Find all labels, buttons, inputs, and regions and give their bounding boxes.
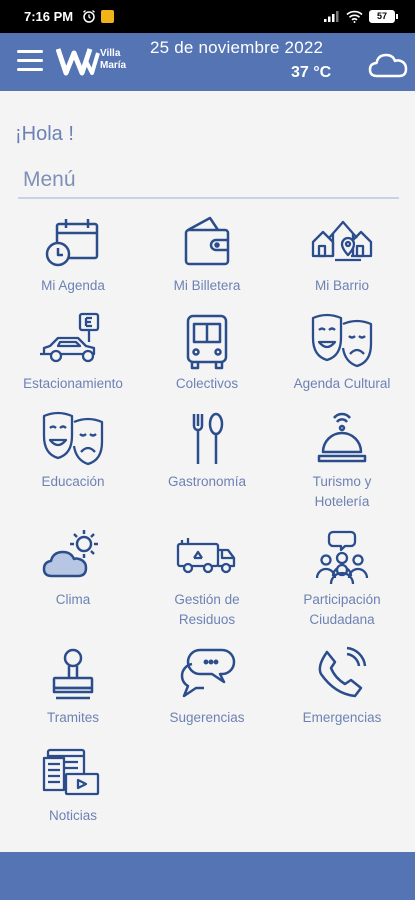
status-bar: 7:16 PM 57	[0, 0, 415, 33]
fork-spoon-icon	[192, 412, 224, 464]
menu-tile-label: Emergencias	[302, 710, 382, 725]
service-bell-icon	[317, 412, 367, 463]
menu-tile-emergencias[interactable]: Emergencias	[273, 646, 411, 728]
phone-icon	[318, 646, 367, 698]
app-header: Villa María 25 de noviembre 2022 37 °C	[0, 33, 415, 91]
parking-car-icon	[40, 312, 100, 363]
menu-tile-tramites[interactable]: Tramites	[4, 646, 142, 728]
menu-tile-label: Gastronomía	[167, 474, 247, 489]
menu-title: Menú	[23, 168, 76, 191]
menu-tile-turismo-hoteleria[interactable]: Turismo y Hotelería	[273, 410, 411, 512]
greeting-text: ¡Hola !	[15, 123, 74, 145]
menu-tile-colectivos[interactable]: Colectivos	[138, 312, 276, 394]
logo-text-line2: María	[100, 60, 127, 71]
hamburger-icon	[17, 50, 43, 53]
menu-tile-gestion-residuos[interactable]: Gestión de Residuos	[138, 528, 276, 630]
menu-tile-gastronomia[interactable]: Gastronomía	[138, 410, 276, 492]
menu-tile-educacion[interactable]: Educación	[4, 410, 142, 492]
theater-masks-icon	[42, 411, 104, 466]
hamburger-menu-button[interactable]	[17, 50, 43, 72]
hamburger-line	[17, 59, 43, 62]
theater-masks-icon	[311, 313, 373, 368]
menu-tile-mi-billetera[interactable]: Mi Billetera	[138, 214, 276, 296]
alarm-icon	[83, 10, 95, 23]
wallet-icon	[184, 216, 230, 266]
menu-tile-label: Mi Barrio	[314, 278, 369, 293]
neighborhood-icon	[311, 220, 373, 262]
menu-tile-noticias[interactable]: Noticias	[4, 744, 142, 826]
logo-text-line1: Villa	[100, 48, 121, 59]
notification-icon	[101, 10, 114, 23]
bottom-bar	[0, 852, 415, 900]
menu-tile-label-line2: Ciudadana	[309, 612, 375, 627]
menu-tile-label: Noticias	[48, 808, 97, 823]
menu-tile-clima[interactable]: Clima	[4, 528, 142, 610]
bus-icon	[186, 314, 228, 370]
stamp-icon	[52, 648, 94, 700]
menu-tile-label: Gestión de	[174, 592, 240, 607]
hamburger-line	[17, 68, 43, 71]
sun-cloud-icon	[42, 530, 98, 578]
group-chat-icon	[315, 530, 369, 585]
current-date: 25 de noviembre 2022	[150, 38, 324, 57]
menu-tile-mi-agenda[interactable]: Mi Agenda	[4, 214, 142, 296]
news-icon	[42, 748, 100, 796]
signal-icon	[324, 11, 339, 22]
menu-tile-label: Mi Agenda	[41, 278, 105, 293]
cloud-icon	[368, 53, 408, 78]
wifi-icon	[346, 10, 363, 23]
menu-tile-label: Agenda Cultural	[293, 376, 391, 391]
menu-tile-agenda-cultural[interactable]: Agenda Cultural	[273, 312, 411, 394]
villa-maria-logo: Villa María	[55, 45, 146, 79]
logo-mark-icon	[55, 48, 100, 76]
menu-tile-label: Participación	[303, 592, 381, 607]
menu-tile-mi-barrio[interactable]: Mi Barrio	[273, 214, 411, 296]
menu-tile-label: Estacionamiento	[23, 376, 123, 391]
recycling-truck-icon	[176, 538, 236, 574]
chat-bubbles-icon	[180, 648, 236, 698]
menu-tile-label: Educación	[41, 474, 105, 489]
menu-tile-label: Colectivos	[175, 376, 239, 391]
menu-tile-label: Turismo y	[312, 474, 372, 489]
battery-icon: 57	[369, 9, 398, 23]
menu-tile-label: Sugerencias	[169, 710, 245, 725]
menu-tile-label-line2: Residuos	[178, 612, 236, 627]
menu-tile-label: Tramites	[46, 710, 99, 725]
logo-text: Villa María	[100, 48, 126, 72]
menu-tile-sugerencias[interactable]: Sugerencias	[138, 646, 276, 728]
menu-tile-label-line2: Hotelería	[314, 494, 370, 509]
menu-tile-participacion-ciudadana[interactable]: Participación Ciudadana	[273, 528, 411, 630]
menu-tile-label: Clima	[55, 592, 91, 607]
menu-divider	[18, 197, 399, 199]
calendar-clock-icon	[45, 219, 99, 267]
menu-tile-label: Mi Billetera	[173, 278, 241, 293]
temperature: 37 °C	[291, 64, 332, 81]
status-time: 7:16 PM	[24, 9, 74, 24]
menu-tile-estacionamiento[interactable]: Estacionamiento	[4, 312, 142, 394]
